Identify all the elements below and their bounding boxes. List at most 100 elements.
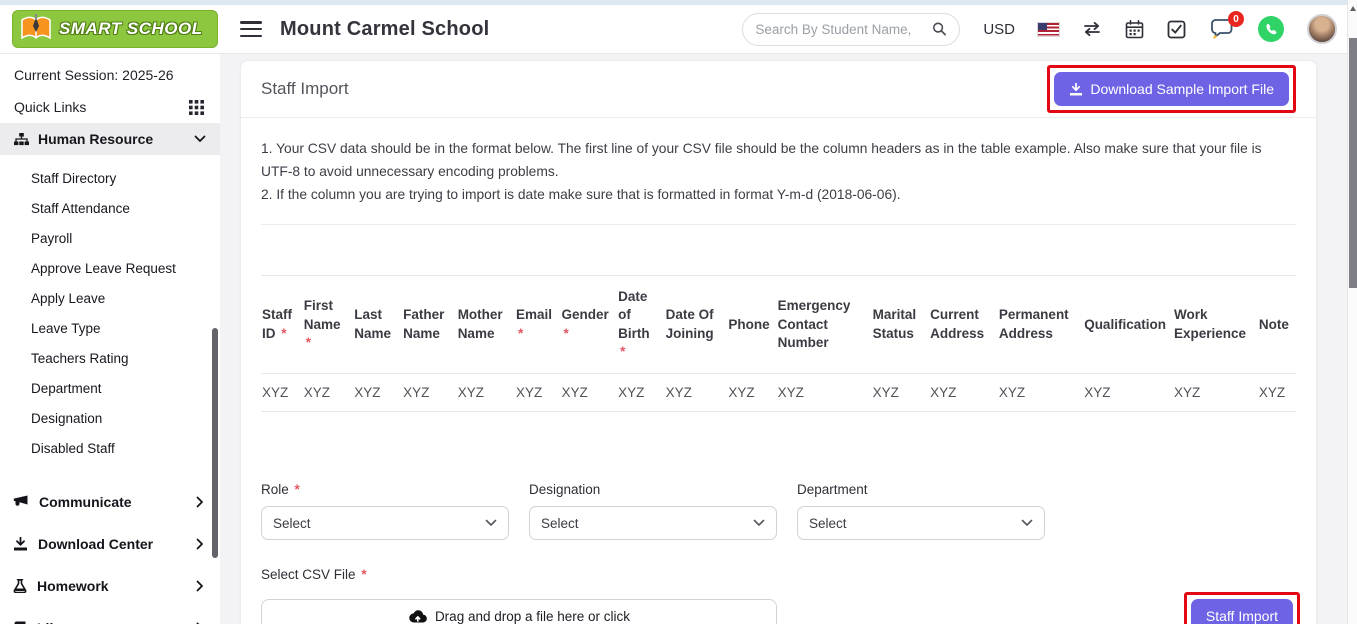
sidebar-item-staff-directory[interactable]: Staff Directory	[0, 163, 220, 193]
communicate-label: Communicate	[39, 494, 132, 510]
csv-dropzone[interactable]: Drag and drop a file here or click	[261, 599, 777, 624]
department-label: Department	[797, 482, 1045, 497]
sidebar-item-designation[interactable]: Designation	[0, 403, 220, 433]
download-sample-import-file-button[interactable]: Download Sample Import File	[1054, 72, 1289, 106]
sitemap-icon	[14, 133, 29, 146]
sample-cell: XYZ	[457, 374, 515, 412]
required-marker: *	[620, 344, 625, 359]
staff-import-button-label: Staff Import	[1206, 608, 1278, 624]
search-icon[interactable]	[932, 21, 947, 37]
download-button-label: Download Sample Import File	[1090, 81, 1274, 97]
sidebar-item-disabled-staff[interactable]: Disabled Staff	[0, 433, 220, 463]
card-header-divider	[241, 117, 1316, 118]
logo-area[interactable]: SMART SCHOOL	[0, 10, 222, 48]
sidebar-item-homework[interactable]: Homework	[0, 565, 220, 607]
scroll-up-arrow[interactable]	[1350, 6, 1356, 11]
col-phone: Phone	[727, 276, 776, 374]
annotation-box-submit: Staff Import	[1184, 592, 1300, 624]
hamburger-menu-icon[interactable]	[240, 21, 262, 37]
sidebar-item-human-resource[interactable]: Human Resource	[0, 123, 220, 155]
table-sample-row: XYZ XYZ XYZ XYZ XYZ XYZ XYZ XYZ XYZ XYZ …	[261, 374, 1296, 412]
download-center-label: Download Center	[38, 536, 153, 552]
role-select[interactable]: Select	[261, 506, 509, 540]
sidebar-item-download-center[interactable]: Download Center	[0, 523, 220, 565]
role-group: Role * Select	[261, 482, 509, 540]
download-icon	[1069, 83, 1083, 96]
chevron-right-icon	[196, 538, 204, 550]
required-marker: *	[563, 326, 568, 341]
filters-row: Role * Select Designation Select	[261, 482, 1296, 540]
card-header: Staff Import Download Sample Import File	[241, 61, 1316, 117]
currency-selector[interactable]: USD	[983, 21, 1015, 38]
sidebar-item-department[interactable]: Department	[0, 373, 220, 403]
sidebar-item-apply-leave[interactable]: Apply Leave	[0, 283, 220, 313]
chevron-right-icon	[196, 496, 204, 508]
sidebar-item-payroll[interactable]: Payroll	[0, 223, 220, 253]
sidebar-item-communicate[interactable]: Communicate	[0, 481, 220, 523]
megaphone-icon	[13, 495, 29, 509]
upload-row: Drag and drop a file here or click Staff…	[261, 592, 1296, 624]
required-marker: *	[361, 567, 366, 582]
chat-icon[interactable]: 0	[1209, 18, 1235, 40]
department-select[interactable]: Select	[797, 506, 1045, 540]
staff-import-card: Staff Import Download Sample Import File	[240, 60, 1317, 624]
col-work-experience: Work Experience	[1173, 276, 1258, 374]
col-date-of-joining: Date Of Joining	[665, 276, 728, 374]
task-check-icon[interactable]	[1167, 20, 1186, 39]
col-last-name: Last Name	[353, 276, 402, 374]
sidebar-item-teachers-rating[interactable]: Teachers Rating	[0, 343, 220, 373]
col-emergency-contact-number: Emergency Contact Number	[777, 276, 872, 374]
sample-cell: XYZ	[998, 374, 1083, 412]
exchange-icon[interactable]	[1082, 21, 1102, 37]
sidebar-item-leave-type[interactable]: Leave Type	[0, 313, 220, 343]
required-marker: *	[306, 335, 311, 350]
department-select-value: Select	[809, 516, 847, 531]
designation-select-value: Select	[541, 516, 579, 531]
school-name-title: Mount Carmel School	[280, 18, 489, 41]
card-body: 1. Your CSV data should be in the format…	[241, 138, 1316, 624]
staff-import-button[interactable]: Staff Import	[1191, 599, 1293, 624]
sample-cell: XYZ	[515, 374, 560, 412]
sample-cell: XYZ	[777, 374, 872, 412]
sidebar-item-approve-leave-request[interactable]: Approve Leave Request	[0, 253, 220, 283]
quick-links-label: Quick Links	[14, 99, 86, 115]
user-avatar[interactable]	[1307, 14, 1337, 44]
calendar-icon[interactable]	[1125, 20, 1144, 39]
search-input[interactable]	[755, 22, 932, 37]
page-scrollbar[interactable]	[1347, 0, 1357, 624]
header-actions: USD	[742, 13, 1357, 46]
col-email: Email *	[515, 276, 560, 374]
chevron-down-icon	[1021, 519, 1033, 527]
sample-cell: XYZ	[303, 374, 354, 412]
department-group: Department Select	[797, 482, 1045, 540]
chevron-down-icon	[753, 519, 765, 527]
download-icon	[13, 537, 28, 551]
top-strip	[0, 0, 1357, 5]
import-instructions: 1. Your CSV data should be in the format…	[261, 138, 1296, 206]
grid-icon[interactable]	[189, 100, 204, 115]
sample-cell: XYZ	[353, 374, 402, 412]
sidebar-item-staff-attendance[interactable]: Staff Attendance	[0, 193, 220, 223]
sidebar-item-library[interactable]: Library	[0, 607, 220, 624]
library-label: Library	[37, 620, 84, 624]
language-flag-icon[interactable]	[1038, 23, 1059, 36]
col-first-name: First Name *	[303, 276, 354, 374]
sidebar: Current Session: 2025-26 Quick Links Hum…	[0, 54, 220, 624]
logo-text: SMART SCHOOL	[59, 19, 203, 39]
col-note: Note	[1258, 276, 1296, 374]
sidebar-sections: Communicate Download Center	[0, 481, 220, 624]
sidebar-scrollbar-thumb[interactable]	[212, 328, 218, 558]
chat-notification-badge: 0	[1228, 11, 1244, 27]
instructions-divider	[261, 224, 1296, 225]
sample-cell: XYZ	[617, 374, 664, 412]
sample-cell: XYZ	[665, 374, 728, 412]
instruction-line-2: 2. If the column you are trying to impor…	[261, 184, 1296, 207]
sample-cell: XYZ	[872, 374, 929, 412]
whatsapp-icon[interactable]	[1258, 16, 1284, 42]
designation-label: Designation	[529, 482, 777, 497]
cloud-upload-icon	[408, 609, 427, 623]
sample-cell: XYZ	[1173, 374, 1258, 412]
flask-icon	[13, 579, 27, 593]
designation-select[interactable]: Select	[529, 506, 777, 540]
page-scrollbar-thumb[interactable]	[1349, 38, 1357, 288]
